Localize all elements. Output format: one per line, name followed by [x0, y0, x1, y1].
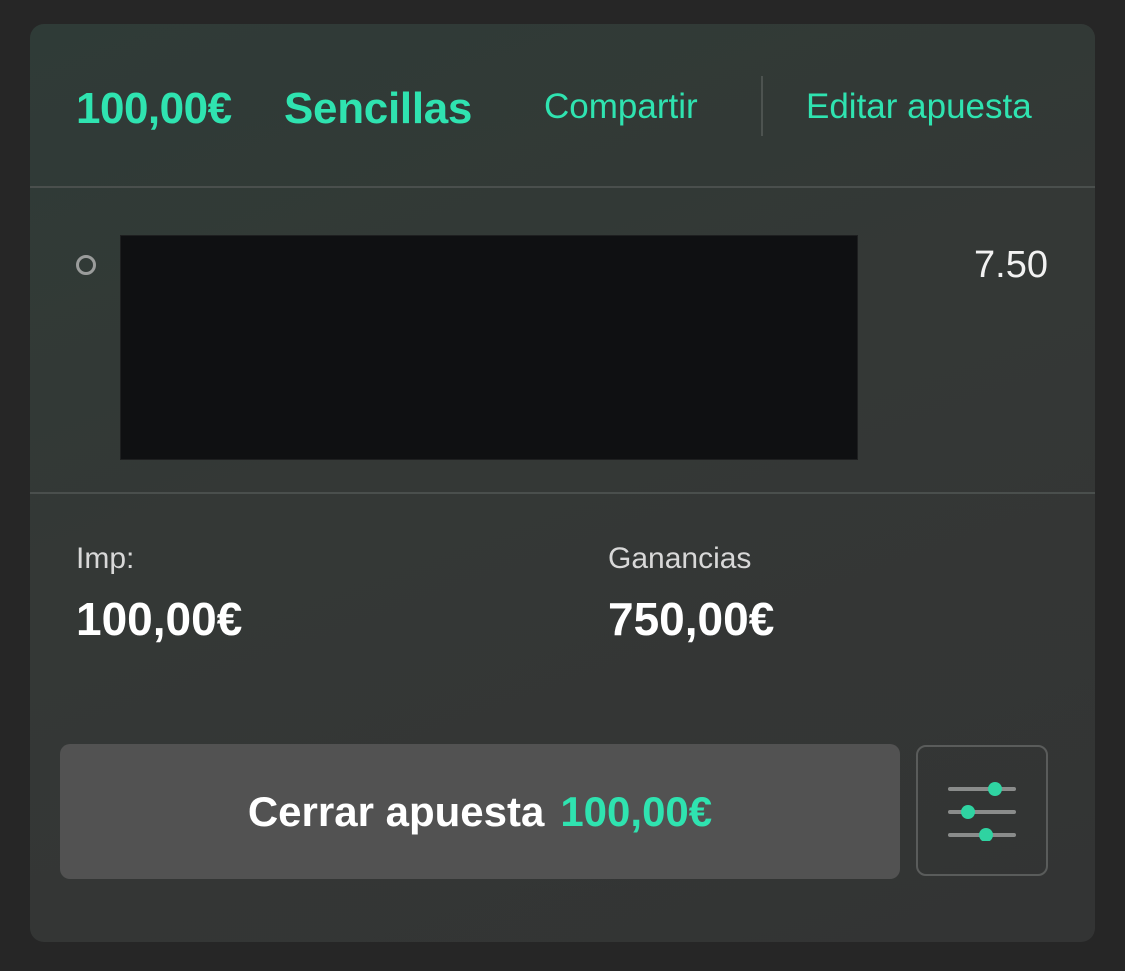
radio-circle-icon — [76, 255, 96, 275]
cash-out-button[interactable]: Cerrar apuesta 100,00€ — [60, 744, 900, 879]
selection-odds: 7.50 — [974, 244, 1048, 286]
stake-value: 100,00€ — [76, 593, 243, 645]
edit-bet-button[interactable]: Editar apuesta — [806, 87, 1032, 127]
divider — [30, 186, 1095, 188]
header-amount: 100,00€ — [76, 84, 232, 133]
stake-label: Imp: — [76, 542, 135, 575]
winnings-value: 750,00€ — [608, 593, 775, 645]
cash-out-settings-button[interactable] — [916, 745, 1048, 876]
share-button[interactable]: Compartir — [544, 87, 698, 127]
cash-out-label: Cerrar apuesta — [247, 787, 545, 835]
sliders-icon — [948, 781, 1016, 841]
winnings-label: Ganancias — [608, 542, 752, 575]
divider — [30, 492, 1095, 494]
cash-out-amount: 100,00€ — [560, 787, 713, 835]
bet-card: 100,00€ Sencillas Compartir Editar apues… — [30, 24, 1095, 942]
redacted-selection-details — [120, 235, 858, 460]
bet-header: 100,00€ Sencillas Compartir Editar apues… — [30, 24, 1095, 187]
bet-type-label: Sencillas — [284, 84, 473, 133]
header-divider — [761, 76, 763, 136]
